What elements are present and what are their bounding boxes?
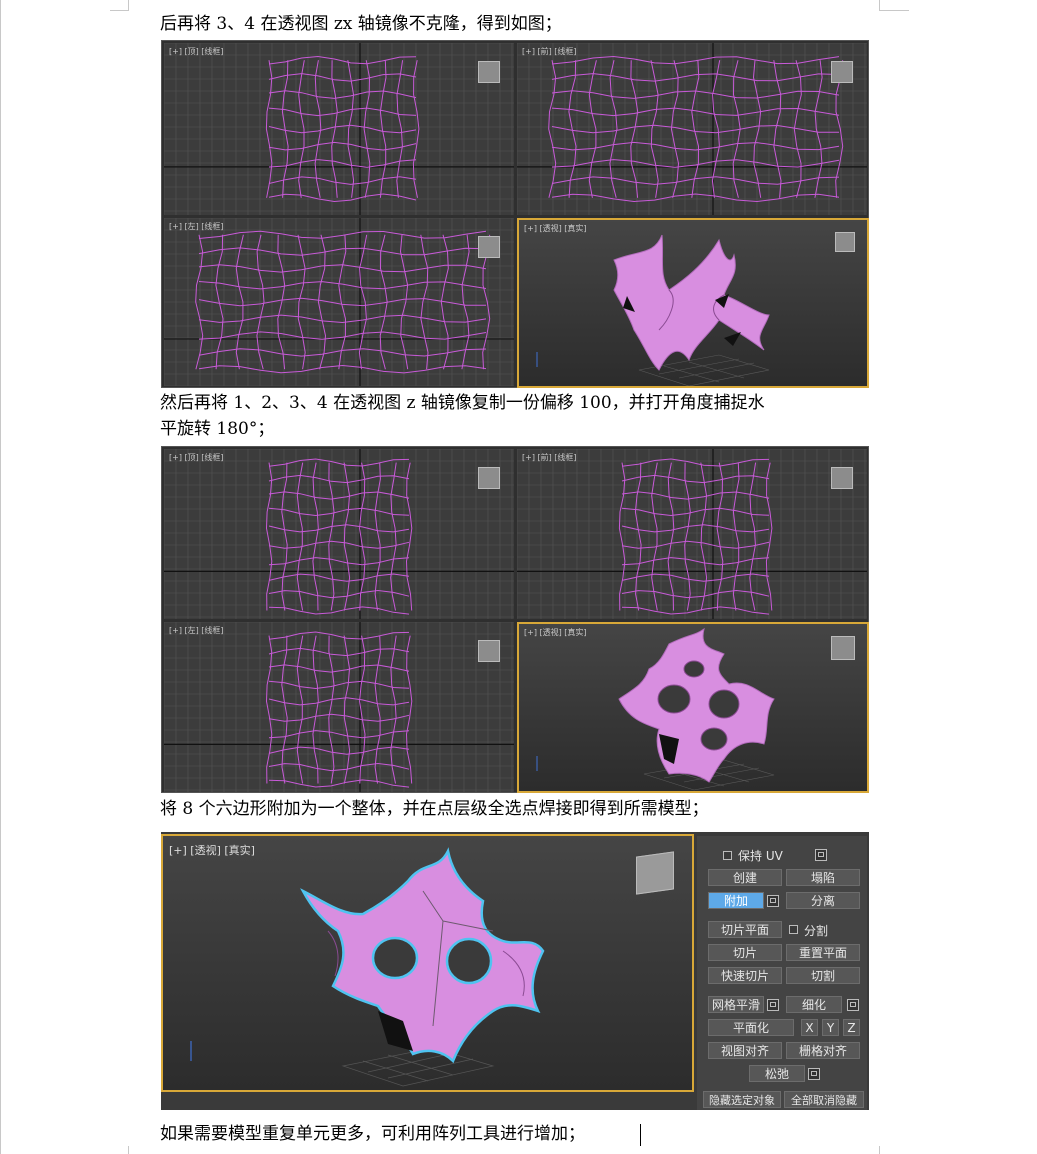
detach-button[interactable]: 分离 [786, 892, 860, 909]
reset-plane-button[interactable]: 重置平面 [786, 944, 860, 961]
tessellate-settings-icon[interactable] [847, 999, 859, 1011]
relax-settings-icon[interactable] [808, 1068, 820, 1080]
tessellate-button[interactable]: 细化 [786, 996, 842, 1013]
paragraph-copy-rotate-line2: 平旋转 180°； [160, 419, 275, 439]
text-cursor [640, 1124, 641, 1146]
view-cube-icon[interactable] [831, 636, 855, 660]
shaded-model-perspective [536, 627, 775, 791]
view-cube-icon[interactable] [835, 232, 855, 252]
viewport-label: [+] [前] [线框] [522, 47, 577, 56]
page-corner-mark-bottom-left [128, 1146, 129, 1154]
keep-uv-checkbox[interactable] [723, 851, 732, 860]
planar-x-button[interactable]: X [801, 1019, 818, 1036]
page-corner-mark-left [128, 0, 129, 10]
wireframe-top-view [164, 43, 514, 215]
page-corner-mark-left-h [110, 10, 129, 11]
attach-button[interactable]: 附加 [708, 892, 764, 909]
viewport-front[interactable]: [+] [前] [线框] [517, 43, 867, 215]
final-model-render [190, 847, 545, 1087]
viewport-label: [+] [顶] [线框] [169, 453, 224, 462]
shaded-model-perspective [536, 234, 770, 386]
page-corner-mark-right [879, 0, 880, 10]
grid-align-button[interactable]: 栅格对齐 [786, 1042, 860, 1059]
viewport-label: [+] [透视] [真实] [524, 628, 587, 637]
mesh-smooth-settings-icon[interactable] [767, 999, 779, 1011]
viewport-left[interactable]: [+] [左] [线框] [164, 622, 514, 792]
viewport-label: [+] [左] [线框] [169, 626, 224, 635]
paragraph-mirror-step: 后再将 3、4 在透视图 zx 轴镜像不克隆，得到如图； [160, 14, 562, 34]
viewport-top[interactable]: [+] [顶] [线框] [164, 449, 514, 619]
view-cube-icon[interactable] [831, 467, 853, 489]
view-cube-icon[interactable] [478, 467, 500, 489]
view-cube-icon[interactable] [478, 61, 500, 83]
viewport-perspective-large[interactable]: [+] [透视] [真实] [161, 834, 694, 1092]
keep-uv-label: 保持 UV [738, 849, 783, 863]
figure-four-viewports-2: [+] [顶] [线框] [+] [前] [线框] [+] [左] [线框] [… [161, 446, 869, 793]
wireframe-left-view [164, 622, 514, 792]
view-cube-icon[interactable] [478, 236, 500, 258]
viewport-front[interactable]: [+] [前] [线框] [517, 449, 867, 619]
page-corner-mark-right-h [879, 10, 909, 11]
attach-settings-icon[interactable] [767, 895, 779, 907]
paragraph-attach-weld: 将 8 个六边形附加为一个整体，并在点层级全选点焊接即得到所需模型； [160, 799, 709, 819]
split-checkbox[interactable] [789, 925, 798, 934]
viewport-label: [+] [透视] [真实] [169, 844, 255, 857]
viewport-label: [+] [透视] [真实] [524, 224, 587, 233]
make-planar-button[interactable]: 平面化 [708, 1019, 794, 1036]
edit-geometry-panel: 保持 UV 创建 塌陷 附加 分离 切片平面 分割 切片 重置平面 快速切片 切… [697, 836, 867, 1110]
viewport-top[interactable]: [+] [顶] [线框] [164, 43, 514, 215]
relax-button[interactable]: 松弛 [749, 1065, 805, 1082]
page-corner-mark-bottom-right [879, 1146, 880, 1154]
wireframe-front-view [517, 43, 867, 215]
unhide-all-button[interactable]: 全部取消隐藏 [784, 1091, 864, 1108]
paragraph-copy-rotate-line1: 然后再将 1、2、3、4 在透视图 z 轴镜像复制一份偏移 100，并打开角度捕… [160, 393, 765, 413]
planar-y-button[interactable]: Y [822, 1019, 839, 1036]
wireframe-top-view [164, 449, 514, 619]
page-margin-left [0, 0, 1, 1154]
slice-button[interactable]: 切片 [708, 944, 782, 961]
wireframe-left-view [164, 218, 514, 386]
viewport-perspective[interactable]: [+] [透视] [真实] [517, 622, 869, 793]
wireframe-front-view [517, 449, 867, 619]
viewport-perspective[interactable]: [+] [透视] [真实] [517, 218, 869, 388]
view-cube-icon[interactable] [831, 61, 853, 83]
viewport-label: [+] [左] [线框] [169, 222, 224, 231]
viewport-label: [+] [前] [线框] [522, 453, 577, 462]
view-align-button[interactable]: 视图对齐 [708, 1042, 782, 1059]
viewport-label: [+] [顶] [线框] [169, 47, 224, 56]
view-cube-icon[interactable] [478, 640, 500, 662]
paragraph-array-tool: 如果需要模型重复单元更多，可利用阵列工具进行增加； [160, 1124, 585, 1144]
create-button[interactable]: 创建 [708, 869, 782, 886]
split-label: 分割 [804, 924, 829, 938]
view-cube-icon[interactable] [636, 851, 674, 895]
mesh-smooth-button[interactable]: 网格平滑 [708, 996, 764, 1013]
figure-four-viewports-1: [+] [顶] [线框] [+] [前] [线框] [+] [左] [线框] [… [161, 40, 869, 388]
quick-slice-button[interactable]: 快速切片 [708, 967, 782, 984]
hide-selected-button[interactable]: 隐藏选定对象 [703, 1091, 781, 1108]
collapse-button[interactable]: 塌陷 [786, 869, 860, 886]
slice-plane-button[interactable]: 切片平面 [708, 921, 782, 938]
settings-icon[interactable] [815, 849, 827, 861]
viewport-left[interactable]: [+] [左] [线框] [164, 218, 514, 386]
planar-z-button[interactable]: Z [843, 1019, 860, 1036]
cut-button[interactable]: 切割 [786, 967, 860, 984]
